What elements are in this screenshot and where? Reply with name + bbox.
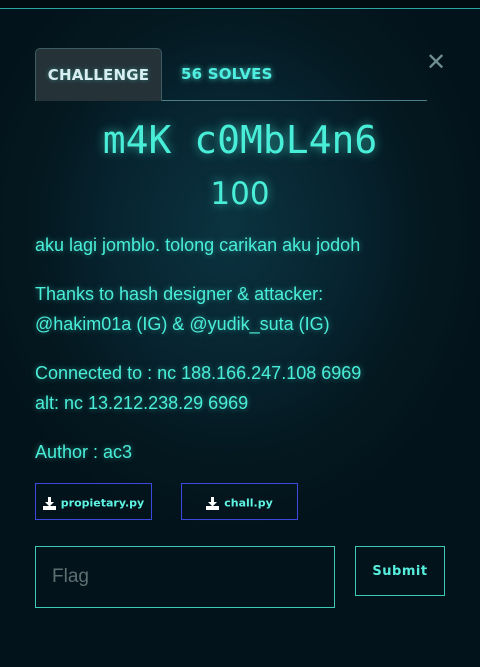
download-icon bbox=[42, 496, 56, 510]
description-line: Author : ac3 bbox=[35, 442, 133, 462]
description-line: Thanks to hash designer & attacker: bbox=[35, 284, 324, 304]
flag-input[interactable] bbox=[35, 546, 335, 608]
file-label: chall.py bbox=[224, 496, 273, 510]
file-label: propietary.py bbox=[60, 496, 145, 510]
description-line: aku lagi jomblo. tolong carikan aku jodo… bbox=[35, 235, 361, 255]
tab-solves[interactable]: 56 SOLVES bbox=[181, 48, 273, 100]
description-line: alt: nc 13.212.238.29 6969 bbox=[35, 393, 249, 413]
description-line: @hakim01a (IG) & @yudik_suta (IG) bbox=[35, 314, 330, 334]
description-line: Connected to : nc 188.166.247.108 6969 bbox=[35, 363, 362, 383]
submit-button[interactable]: Submit bbox=[355, 546, 445, 596]
download-icon bbox=[206, 496, 220, 510]
challenge-description: aku lagi jomblo. tolong carikan aku jodo… bbox=[35, 230, 455, 467]
download-chall-button[interactable]: chall.py bbox=[181, 483, 298, 520]
tab-bar: CHALLENGE 56 SOLVES bbox=[35, 48, 427, 101]
challenge-points: 100 bbox=[210, 176, 270, 212]
top-border bbox=[0, 0, 480, 9]
download-propietary-button[interactable]: propietary.py bbox=[35, 483, 152, 520]
tab-challenge[interactable]: CHALLENGE bbox=[35, 48, 162, 101]
challenge-modal: ✕ CHALLENGE 56 SOLVES m4K c0MbL4n6 100 a… bbox=[0, 0, 480, 667]
challenge-title: m4K c0MbL4n6 bbox=[102, 118, 378, 162]
close-icon[interactable]: ✕ bbox=[424, 50, 448, 74]
